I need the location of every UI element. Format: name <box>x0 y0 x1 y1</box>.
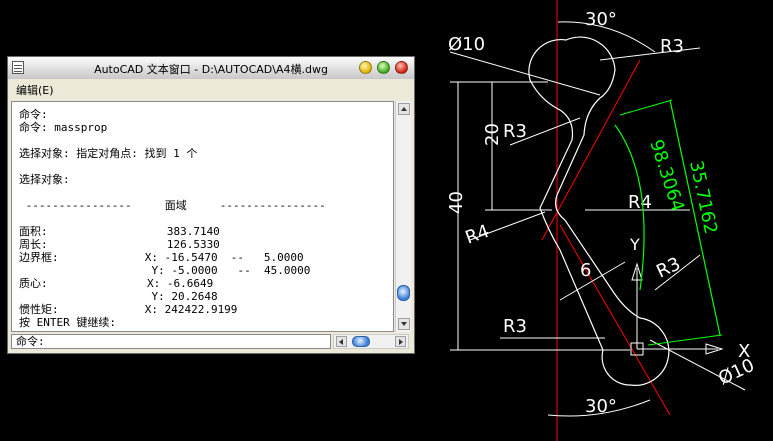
text-line: 选择对象: 指定对角点: 找到 1 个 <box>19 147 198 160</box>
text-line: Y: -5.0000 -- 45.0000 <box>19 264 311 277</box>
dim-r4-left-text: R4 <box>463 221 493 249</box>
autocad-text-window[interactable]: AutoCAD 文本窗口 - D:\AUTOCAD\A4横.dwg 编辑(E) … <box>7 56 415 354</box>
text-line: 命令: <box>19 108 48 121</box>
dim-40-text: 40 <box>446 191 467 214</box>
close-button[interactable] <box>395 61 408 74</box>
menu-bar: 编辑(E) <box>8 79 414 99</box>
dim-angle-top-text: 30° <box>585 9 617 30</box>
dim-angle-bottom-text: 30° <box>585 396 617 417</box>
dim-6-text: 6 <box>580 260 591 281</box>
scroll-right-button[interactable] <box>395 336 406 347</box>
dim-dia-bottom-text: Ø10 <box>715 355 757 390</box>
text-line: 命令: massprop <box>19 121 108 134</box>
window-titlebar[interactable]: AutoCAD 文本窗口 - D:\AUTOCAD\A4横.dwg <box>8 57 414 80</box>
dim-r3-right-text: R3 <box>653 253 684 282</box>
text-line: 面积: 383.7140 <box>19 225 220 238</box>
window-title: AutoCAD 文本窗口 - D:\AUTOCAD\A4横.dwg <box>94 63 328 76</box>
text-line: ---------------- 面域 ---------------- <box>19 199 326 212</box>
horizontal-scrollbar[interactable] <box>333 334 409 349</box>
command-prompt: 命令: <box>16 335 45 348</box>
text-output-area[interactable]: 命令: 命令: massprop 选择对象: 指定对角点: 找到 1 个 选择对… <box>11 101 394 332</box>
menu-edit[interactable]: 编辑(E) <box>16 82 54 98</box>
command-line[interactable]: 命令: <box>11 334 331 349</box>
vertical-scroll-thumb[interactable] <box>397 285 410 301</box>
axis-y-label: Y <box>629 235 640 254</box>
text-line: 惯性矩: X: 242422.9199 <box>19 303 238 316</box>
scroll-down-button[interactable] <box>398 318 410 330</box>
vertical-scrollbar[interactable] <box>395 101 411 332</box>
dim-r4-right-text: R4 <box>628 192 652 213</box>
scroll-left-button[interactable] <box>336 336 347 347</box>
dim-r3-top-right-text: R3 <box>660 36 684 57</box>
dim-r3-bottom-left-text: R3 <box>503 316 527 337</box>
text-line: 选择对象: <box>19 173 70 186</box>
inclined-centerline-lower <box>559 224 671 416</box>
text-line: 质心: X: -6.6649 <box>19 277 214 290</box>
leader-dia-top <box>449 51 601 96</box>
text-line: Y: 20.2648 <box>19 290 218 303</box>
horizontal-scroll-thumb[interactable] <box>352 336 370 347</box>
dim-aligned-extension-bottom <box>647 334 723 346</box>
minimize-button[interactable] <box>359 61 372 74</box>
text-line: 按 ENTER 键继续: <box>19 316 116 329</box>
dim-20-text: 20 <box>482 123 503 146</box>
maximize-button[interactable] <box>377 61 390 74</box>
dim-r3-left-text: R3 <box>503 121 527 142</box>
text-line: 边界框: X: -16.5470 -- 5.0000 <box>19 251 304 264</box>
dim-aligned-extension-top <box>619 99 673 116</box>
text-line: 周长: 126.5330 <box>19 238 220 251</box>
scroll-up-button[interactable] <box>398 103 410 115</box>
dim-dia-top-text: Ø10 <box>448 34 485 55</box>
leader-r3-top-right <box>599 47 701 61</box>
